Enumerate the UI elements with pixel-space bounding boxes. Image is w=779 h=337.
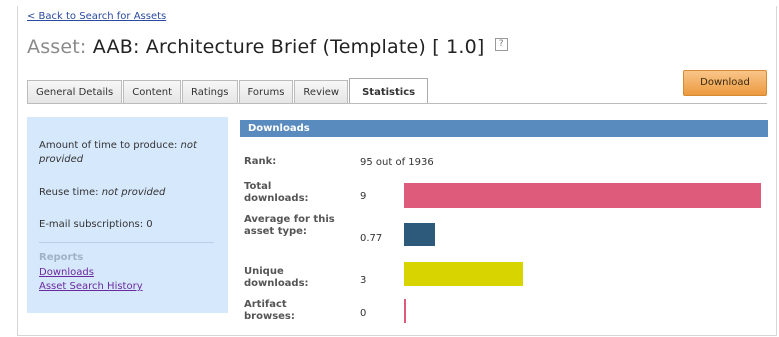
asset-prefix: Asset: bbox=[27, 36, 87, 58]
stat-label-average-asset-type: Average for this asset type: bbox=[244, 214, 335, 237]
time-to-produce-label: Amount of time to produce: bbox=[39, 140, 178, 151]
tab-bar: General Details Content Ratings Forums R… bbox=[27, 78, 429, 104]
downloads-report-link[interactable]: Downloads bbox=[39, 267, 94, 278]
bar-average-asset-type bbox=[404, 223, 435, 246]
tab-review[interactable]: Review bbox=[294, 80, 349, 104]
tab-divider bbox=[27, 103, 767, 104]
bar-unique-downloads bbox=[404, 262, 523, 286]
stat-value-average-asset-type: 0.77 bbox=[360, 233, 383, 244]
asset-search-history-link[interactable]: Asset Search History bbox=[39, 281, 143, 292]
reuse-time-value: not provided bbox=[101, 187, 166, 198]
tab-content[interactable]: Content bbox=[123, 80, 182, 104]
stat-label-total-downloads: Total downloads: bbox=[244, 181, 309, 204]
page-title: Asset: AAB: Architecture Brief (Template… bbox=[27, 36, 508, 58]
bar-artifact-browses bbox=[404, 299, 406, 323]
help-icon[interactable]: ? bbox=[494, 38, 508, 51]
sidebar-panel: Amount of time to produce: not provided … bbox=[27, 117, 228, 313]
rank-value: 95 out of 1936 bbox=[360, 157, 434, 168]
reuse-time-label: Reuse time: bbox=[39, 187, 99, 198]
email-subscriptions: E-mail subscriptions: 0 bbox=[39, 219, 153, 230]
tab-ratings[interactable]: Ratings bbox=[182, 80, 238, 104]
time-to-produce: Amount of time to produce: not provided bbox=[39, 139, 219, 167]
back-to-search-link[interactable]: < Back to Search for Assets bbox=[27, 11, 166, 22]
tab-statistics[interactable]: Statistics bbox=[349, 78, 429, 104]
bar-total-downloads bbox=[404, 183, 761, 208]
stat-label-unique-downloads: Unique downloads: bbox=[244, 266, 309, 289]
asset-title-text: AAB: Architecture Brief (Template) [ 1.0… bbox=[92, 36, 485, 58]
reports-label: Reports bbox=[39, 252, 84, 263]
tab-forums[interactable]: Forums bbox=[238, 80, 294, 104]
downloads-section-header: Downloads bbox=[240, 120, 768, 137]
rank-label: Rank: bbox=[244, 156, 277, 167]
stat-value-unique-downloads: 3 bbox=[360, 275, 367, 286]
sidebar-divider bbox=[39, 242, 214, 243]
tab-general-details[interactable]: General Details bbox=[27, 80, 123, 104]
stat-value-artifact-browses: 0 bbox=[360, 308, 367, 319]
stat-value-total-downloads: 9 bbox=[360, 191, 367, 202]
reuse-time: Reuse time: not provided bbox=[39, 186, 165, 200]
stat-label-artifact-browses: Artifact browses: bbox=[244, 299, 295, 322]
download-button[interactable]: Download bbox=[683, 70, 767, 96]
